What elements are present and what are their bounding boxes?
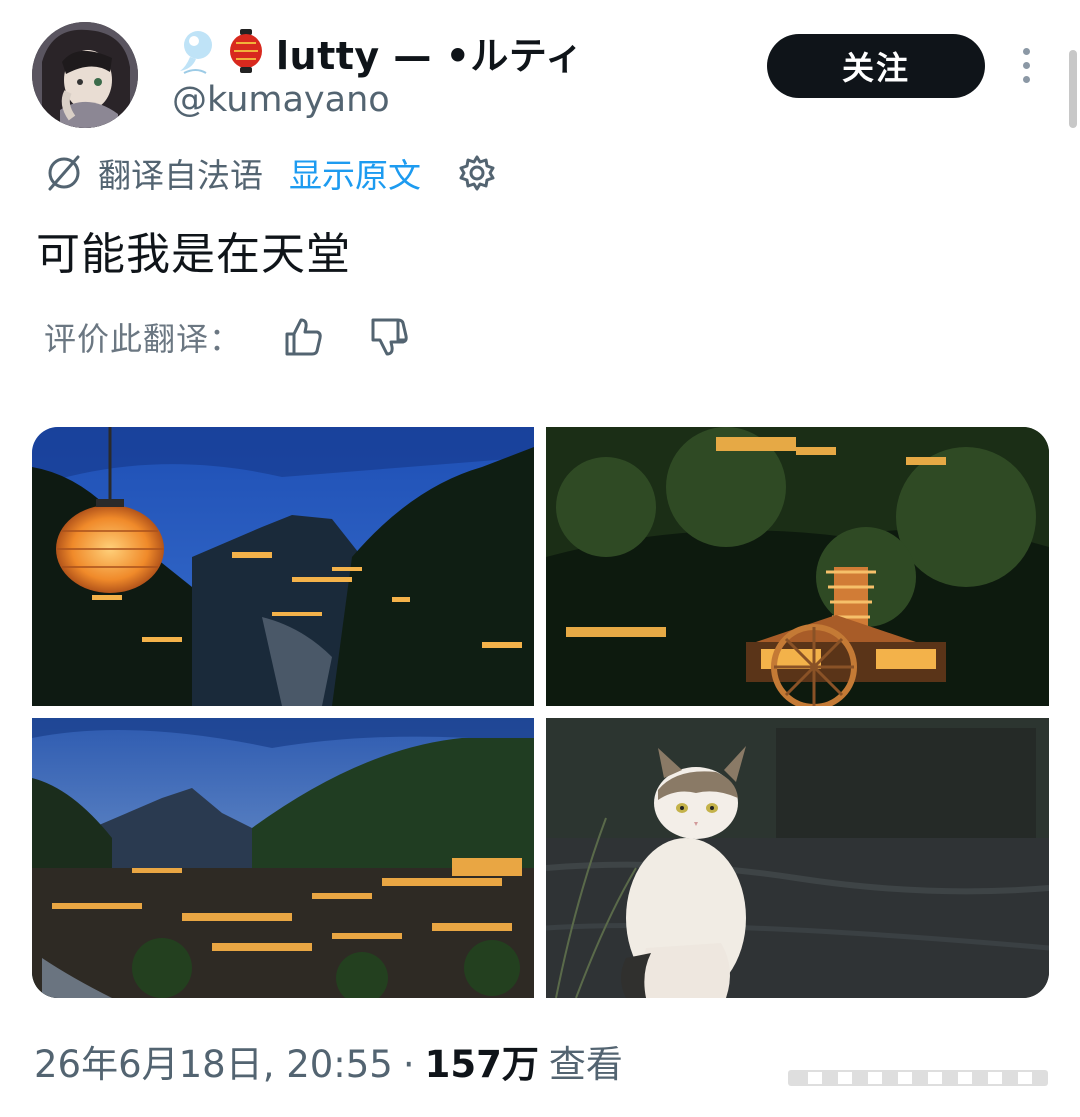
translation-bar: 翻译自法语 显示原文	[44, 148, 497, 198]
photo-2[interactable]	[546, 427, 1049, 706]
translate-icon	[48, 155, 80, 191]
views-label: 查看	[548, 1043, 623, 1086]
photo-3[interactable]	[32, 718, 534, 998]
tweet-text: 可能我是在天堂	[36, 229, 351, 280]
media-grid	[32, 427, 1049, 998]
display-name: lutty — •ルティ	[276, 33, 584, 78]
display-name-row[interactable]: lutty — •ルティ	[176, 22, 584, 82]
timestamp[interactable]: 26年6月18日, 20:55	[34, 1034, 393, 1088]
show-original-link[interactable]: 显示原文	[289, 149, 421, 197]
thumbs-down-icon[interactable]	[368, 316, 410, 358]
photo-4[interactable]	[546, 718, 1049, 998]
separator: ·	[402, 1043, 415, 1086]
red-lantern-icon	[230, 29, 262, 73]
gear-icon[interactable]	[457, 153, 497, 193]
follow-button[interactable]: 关注	[767, 34, 985, 98]
photo-1[interactable]	[32, 427, 534, 706]
watermark-image	[788, 1070, 1048, 1086]
thumbs-up-icon[interactable]	[282, 316, 324, 358]
rate-translation-label: 评价此翻译：	[44, 320, 243, 358]
user-handle[interactable]: @kumayano	[172, 80, 390, 120]
more-options-icon[interactable]	[1012, 44, 1040, 88]
tweet-metadata: 26年6月18日, 20:55 · 157万 查看	[34, 1034, 623, 1088]
rate-translation-row: 评价此翻译：	[44, 312, 410, 362]
scrollbar[interactable]	[1069, 50, 1077, 128]
views-count: 157万	[424, 1043, 539, 1086]
avatar[interactable]	[32, 22, 138, 128]
translated-from-label: 翻译自法语	[98, 156, 263, 195]
speech-bubble-icon	[180, 31, 212, 74]
